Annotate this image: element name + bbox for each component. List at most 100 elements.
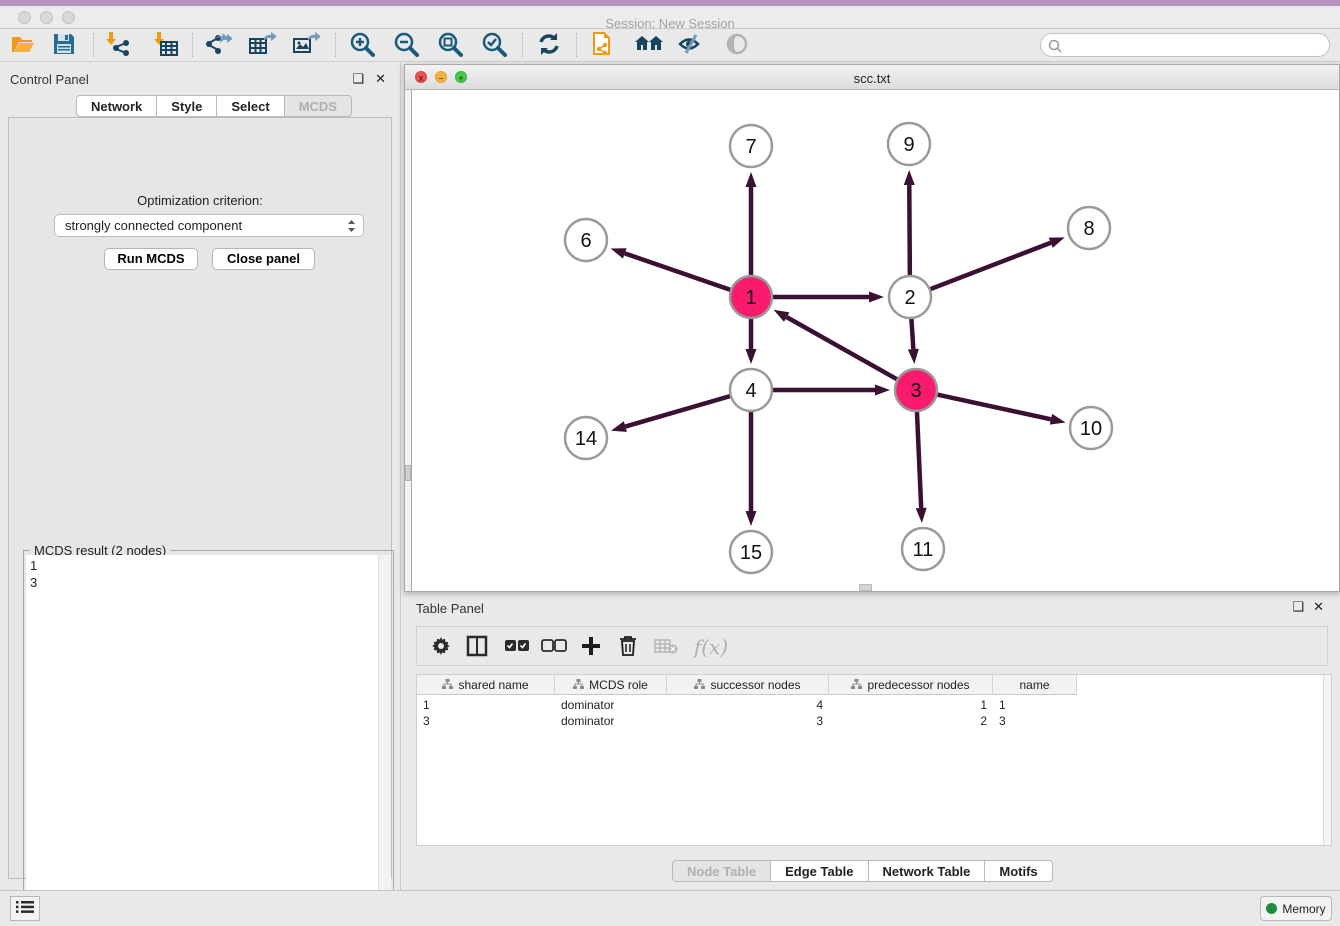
graph-node-14[interactable]: 14 <box>565 417 607 459</box>
deselect-all-checks-button[interactable] <box>538 632 570 662</box>
graph-edge-3-10[interactable] <box>937 394 1051 419</box>
export-image-button[interactable] <box>288 31 324 59</box>
search-icon <box>1048 39 1062 53</box>
tab-style[interactable]: Style <box>157 95 217 117</box>
zoom-selected-button[interactable] <box>476 31 512 59</box>
column-header-name[interactable]: name <box>993 675 1077 695</box>
refresh-layout-button[interactable] <box>531 31 567 59</box>
criterion-dropdown[interactable]: strongly connected component <box>54 214 364 237</box>
task-history-button[interactable] <box>10 896 40 921</box>
delete-table-button[interactable] <box>650 632 682 662</box>
tab-mcds[interactable]: MCDS <box>285 95 352 117</box>
table-row[interactable]: 3dominator323 <box>417 713 1077 730</box>
save-session-button[interactable] <box>46 31 82 59</box>
tab-network[interactable]: Network <box>76 95 157 117</box>
graph-node-2[interactable]: 2 <box>889 276 931 318</box>
network-graph: 7 9 6 8 1 2 4 3 14 10 15 11 <box>405 90 1339 591</box>
graph-arrowhead-2-3 <box>908 349 919 364</box>
graph-node-6[interactable]: 6 <box>565 219 607 261</box>
delete-column-button[interactable] <box>612 632 644 662</box>
copy-network-button[interactable] <box>586 31 622 59</box>
graph-node-1[interactable]: 1 <box>730 276 772 318</box>
search-input[interactable] <box>1067 36 1322 54</box>
network-title: scc.txt <box>405 71 1339 86</box>
column-header-shared-name[interactable]: shared name <box>417 675 555 695</box>
result-scrollbar[interactable] <box>378 555 391 925</box>
column-header-predecessor-nodes[interactable]: predecessor nodes <box>829 675 993 695</box>
graph-node-11[interactable]: 11 <box>902 528 944 570</box>
zoom-fit-button[interactable] <box>432 31 468 59</box>
graph-edge-2-9[interactable] <box>909 185 910 276</box>
graph-edge-4-14[interactable] <box>625 396 730 427</box>
graph-node-9[interactable]: 9 <box>888 123 930 165</box>
search-field[interactable] <box>1040 33 1330 57</box>
hide-selected-button[interactable] <box>673 31 709 59</box>
graph-arrowhead-3-1 <box>774 310 790 322</box>
table-cell[interactable]: 2 <box>829 713 993 730</box>
float-table-panel-icon[interactable]: ❑ <box>1292 599 1304 615</box>
import-network-icon <box>105 31 131 60</box>
table-cell[interactable]: dominator <box>555 713 667 730</box>
table-cell[interactable]: 4 <box>667 697 829 714</box>
close-panel-icon[interactable]: ✕ <box>375 71 386 87</box>
vertical-scroll-thumb[interactable] <box>405 465 411 481</box>
first-neighbors-button[interactable] <box>631 31 667 59</box>
close-panel-button[interactable]: Close panel <box>212 248 315 270</box>
function-builder-button[interactable]: f(x) <box>689 632 733 662</box>
column-visibility-button[interactable] <box>461 632 493 662</box>
graph-node-8[interactable]: 8 <box>1068 207 1110 249</box>
add-column-button[interactable] <box>575 632 607 662</box>
show-all-button[interactable] <box>719 31 755 59</box>
mcds-result-text[interactable]: 1 3 <box>26 555 378 925</box>
graph-edge-2-8[interactable] <box>930 243 1051 290</box>
run-mcds-button[interactable]: Run MCDS <box>104 248 198 270</box>
column-label: name <box>1019 678 1049 692</box>
tab-network-table[interactable]: Network Table <box>869 860 986 882</box>
table-row[interactable]: 1dominator411 <box>417 697 1077 714</box>
tab-edge-table[interactable]: Edge Table <box>771 860 868 882</box>
table-cell[interactable]: 3 <box>993 713 1077 730</box>
memory-button[interactable]: Memory <box>1260 896 1332 921</box>
table-settings-button[interactable] <box>425 632 457 662</box>
network-canvas[interactable]: 7 9 6 8 1 2 4 3 14 10 15 11 <box>405 90 1339 591</box>
import-table-button[interactable] <box>148 31 184 59</box>
svg-text:2: 2 <box>904 287 915 309</box>
float-panel-icon[interactable]: ❑ <box>352 71 364 87</box>
table-scrollbar[interactable] <box>1323 675 1331 845</box>
zoom-out-button[interactable] <box>388 31 424 59</box>
table-cell[interactable]: 1 <box>417 697 555 714</box>
select-all-checks-icon <box>504 639 530 656</box>
graph-edge-3-1[interactable] <box>787 317 898 380</box>
tab-motifs[interactable]: Motifs <box>985 860 1052 882</box>
graph-edge-2-3[interactable] <box>911 318 913 349</box>
graph-node-10[interactable]: 10 <box>1070 407 1112 449</box>
open-session-button[interactable] <box>5 31 41 59</box>
column-header-MCDS-role[interactable]: MCDS role <box>555 675 667 695</box>
graph-edge-3-11[interactable] <box>917 411 921 508</box>
zoom-in-button[interactable] <box>344 31 380 59</box>
column-label: successor nodes <box>710 678 800 692</box>
column-header-successor-nodes[interactable]: successor nodes <box>667 675 829 695</box>
table-cell[interactable]: 1 <box>829 697 993 714</box>
network-vertical-scrollbar[interactable] <box>405 90 412 591</box>
toolbar-separator <box>192 33 193 57</box>
zoom-fit-icon <box>437 31 463 60</box>
horizontal-scroll-thumb[interactable] <box>859 584 872 591</box>
graph-node-3[interactable]: 3 <box>895 369 937 411</box>
graph-node-4[interactable]: 4 <box>730 369 772 411</box>
export-network-button[interactable] <box>200 31 236 59</box>
graph-edge-1-6[interactable] <box>625 253 731 290</box>
table-cell[interactable]: 3 <box>417 713 555 730</box>
graph-node-7[interactable]: 7 <box>730 125 772 167</box>
table-cell[interactable]: 1 <box>993 697 1077 714</box>
export-table-button[interactable] <box>244 31 280 59</box>
graph-node-15[interactable]: 15 <box>730 531 772 573</box>
network-window-titlebar[interactable]: x – + scc.txt <box>405 65 1339 90</box>
import-network-button[interactable] <box>100 31 136 59</box>
table-cell[interactable]: dominator <box>555 697 667 714</box>
close-table-panel-icon[interactable]: ✕ <box>1313 599 1324 615</box>
table-cell[interactable]: 3 <box>667 713 829 730</box>
tab-node-table[interactable]: Node Table <box>672 860 771 882</box>
select-all-checks-button[interactable] <box>501 632 533 662</box>
tab-select[interactable]: Select <box>217 95 284 117</box>
